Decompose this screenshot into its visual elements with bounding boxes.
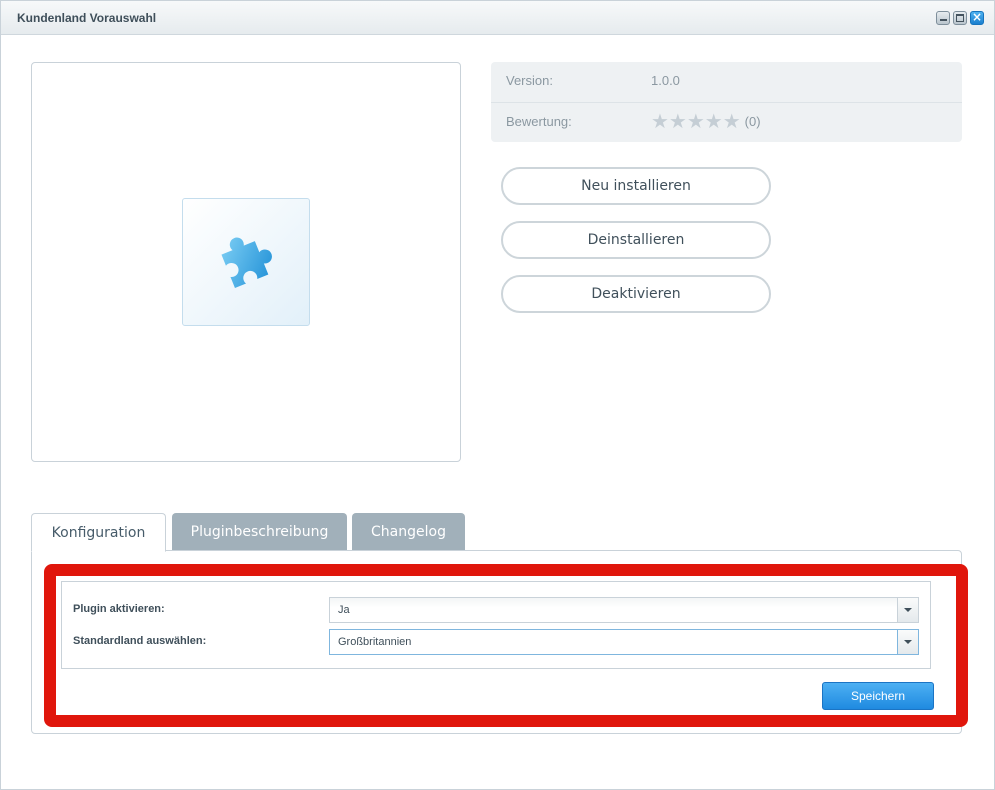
window-title: Kundenland Vorauswahl xyxy=(17,11,157,25)
tab-pluginbeschreibung[interactable]: Pluginbeschreibung xyxy=(172,513,347,551)
default-country-label: Standardland auswählen: xyxy=(73,635,207,647)
tab-konfiguration[interactable]: Konfiguration xyxy=(31,513,166,552)
plugin-preview xyxy=(31,62,461,462)
save-button[interactable]: Speichern xyxy=(822,682,934,710)
chevron-down-icon[interactable] xyxy=(897,598,918,622)
info-divider xyxy=(491,102,962,103)
rating-count: (0) xyxy=(744,113,761,129)
version-label: Version: xyxy=(506,73,553,88)
maximize-icon[interactable] xyxy=(953,11,967,25)
rating-label: Bewertung: xyxy=(506,114,572,129)
plugin-image xyxy=(182,198,310,326)
window-controls: × xyxy=(936,10,984,25)
reinstall-button[interactable]: Neu installieren xyxy=(501,167,771,205)
window-titlebar[interactable]: Kundenland Vorauswahl × xyxy=(1,1,994,35)
plugin-active-select[interactable]: Ja xyxy=(329,597,919,623)
close-icon[interactable]: × xyxy=(970,10,984,25)
uninstall-button[interactable]: Deinstallieren xyxy=(501,221,771,259)
default-country-value: Großbritannien xyxy=(338,636,412,648)
deactivate-button[interactable]: Deaktivieren xyxy=(501,275,771,313)
chevron-down-icon[interactable] xyxy=(897,630,918,654)
plugin-active-value: Ja xyxy=(338,604,350,616)
default-country-select[interactable]: Großbritannien xyxy=(329,629,919,655)
rating-row: Bewertung: ★★★★★ (0) xyxy=(506,111,761,134)
minimize-icon[interactable] xyxy=(936,11,950,25)
version-value: 1.0.0 xyxy=(651,73,680,88)
config-form: Plugin aktivieren: Ja Standardland auswä… xyxy=(61,581,931,669)
plugin-active-label: Plugin aktivieren: xyxy=(73,603,165,615)
version-row: Version: 1.0.0 xyxy=(506,73,680,93)
rating-stars: ★★★★★ (0) xyxy=(651,111,761,131)
tab-changelog[interactable]: Changelog xyxy=(352,513,465,551)
puzzle-piece-icon xyxy=(221,237,272,289)
star-icon: ★★★★★ xyxy=(651,109,741,133)
plugin-info-box: Version: 1.0.0 Bewertung: ★★★★★ (0) xyxy=(491,62,962,142)
